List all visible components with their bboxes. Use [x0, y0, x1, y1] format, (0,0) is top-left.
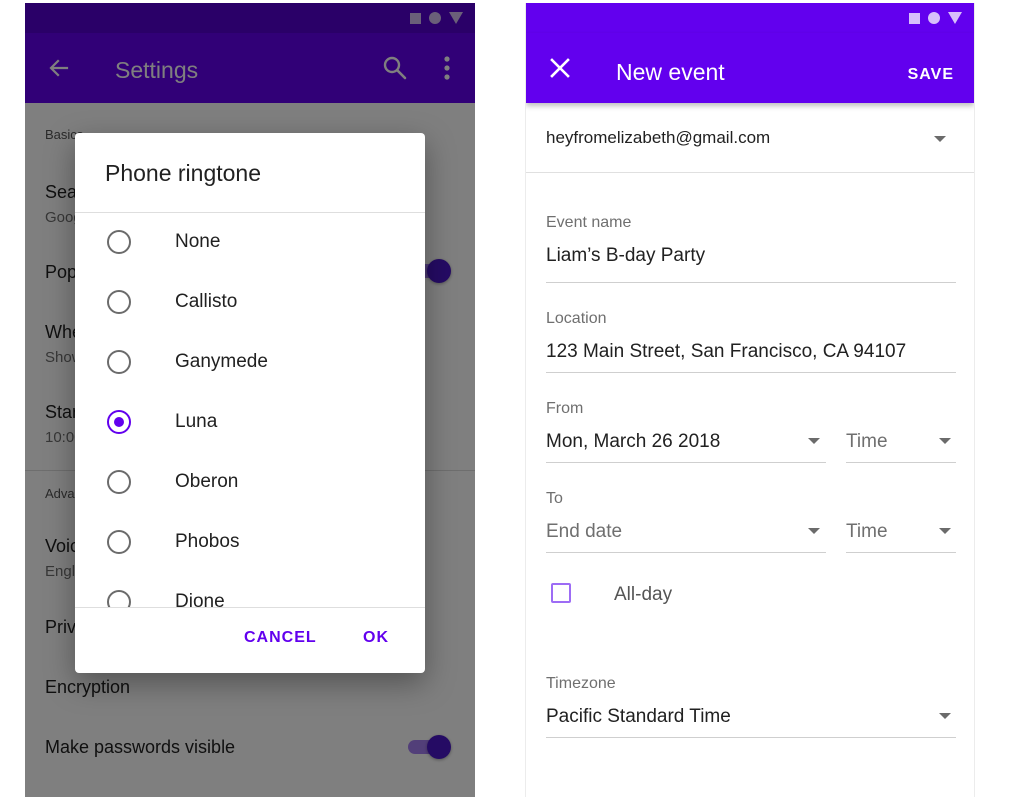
location-label: Location [546, 310, 607, 327]
square-icon [909, 12, 920, 24]
timezone-label: Timezone [546, 675, 616, 692]
radio-button[interactable] [107, 350, 131, 374]
chevron-down-icon[interactable] [934, 136, 946, 142]
to-time-select[interactable]: Time [846, 521, 888, 543]
to-date-underline [546, 552, 826, 553]
ringtone-option-none[interactable]: None [75, 213, 425, 273]
timezone-select[interactable]: Pacific Standard Time [546, 706, 731, 728]
ringtone-dialog: Phone ringtone None Callisto Ganymede Lu… [75, 133, 425, 673]
chevron-down-icon[interactable] [808, 438, 820, 444]
to-date-select[interactable]: End date [546, 521, 622, 543]
page-title: New event [616, 59, 725, 85]
radio-button[interactable] [107, 230, 131, 254]
ringtone-option-luna[interactable]: Luna [75, 393, 425, 453]
event-name-label: Event name [546, 214, 632, 231]
radio-button[interactable] [107, 590, 131, 607]
ringtone-options-list[interactable]: None Callisto Ganymede Luna Oberon Phobo… [75, 213, 425, 607]
settings-screen: Settings Basics Search Google Popup When… [25, 3, 475, 797]
event-name-input[interactable]: Liam’s B-day Party [546, 245, 705, 267]
account-selector[interactable]: heyfromelizabeth@gmail.com [546, 128, 770, 148]
circle-icon [928, 12, 940, 24]
from-date-underline [546, 462, 826, 463]
dialog-title: Phone ringtone [105, 160, 262, 186]
cancel-button[interactable]: CANCEL [244, 629, 317, 647]
chevron-down-icon[interactable] [939, 528, 951, 534]
chevron-down-icon[interactable] [939, 438, 951, 444]
timezone-underline [546, 737, 956, 738]
status-icons [909, 12, 962, 24]
all-day-label: All-day [614, 584, 673, 605]
radio-button[interactable] [107, 470, 131, 494]
new-event-screen: New event SAVE heyfromelizabeth@gmail.co… [525, 3, 975, 797]
divider [526, 172, 974, 173]
ringtone-option-phobos[interactable]: Phobos [75, 513, 425, 573]
radio-button[interactable] [107, 530, 131, 554]
option-label: Callisto [175, 291, 238, 312]
dialog-divider-bottom [75, 607, 425, 608]
chevron-down-icon[interactable] [939, 713, 951, 719]
radio-button-selected[interactable] [107, 410, 131, 434]
event-name-underline [546, 282, 956, 283]
all-day-checkbox[interactable] [551, 583, 571, 603]
ringtone-option-oberon[interactable]: Oberon [75, 453, 425, 513]
new-event-app-bar: New event SAVE [526, 33, 974, 103]
to-label: To [546, 490, 563, 507]
location-underline [546, 372, 956, 373]
from-time-select[interactable]: Time [846, 431, 888, 453]
ringtone-option-ganymede[interactable]: Ganymede [75, 333, 425, 393]
location-input[interactable]: 123 Main Street, San Francisco, CA 94107 [546, 341, 906, 363]
close-icon[interactable] [550, 58, 570, 78]
option-label: None [175, 231, 221, 252]
option-label: Ganymede [175, 351, 268, 372]
option-label: Phobos [175, 531, 240, 552]
ok-button[interactable]: OK [363, 629, 389, 647]
radio-button[interactable] [107, 290, 131, 314]
from-date-select[interactable]: Mon, March 26 2018 [546, 431, 720, 453]
triangle-icon [948, 12, 962, 24]
chevron-down-icon[interactable] [808, 528, 820, 534]
ringtone-option-dione[interactable]: Dione [75, 573, 425, 607]
from-label: From [546, 400, 584, 417]
status-bar [526, 3, 974, 33]
to-time-underline [846, 552, 956, 553]
from-time-underline [846, 462, 956, 463]
ringtone-option-callisto[interactable]: Callisto [75, 273, 425, 333]
option-label: Luna [175, 411, 218, 432]
save-button[interactable]: SAVE [908, 66, 954, 84]
option-label: Dione [175, 591, 225, 607]
option-label: Oberon [175, 471, 239, 492]
